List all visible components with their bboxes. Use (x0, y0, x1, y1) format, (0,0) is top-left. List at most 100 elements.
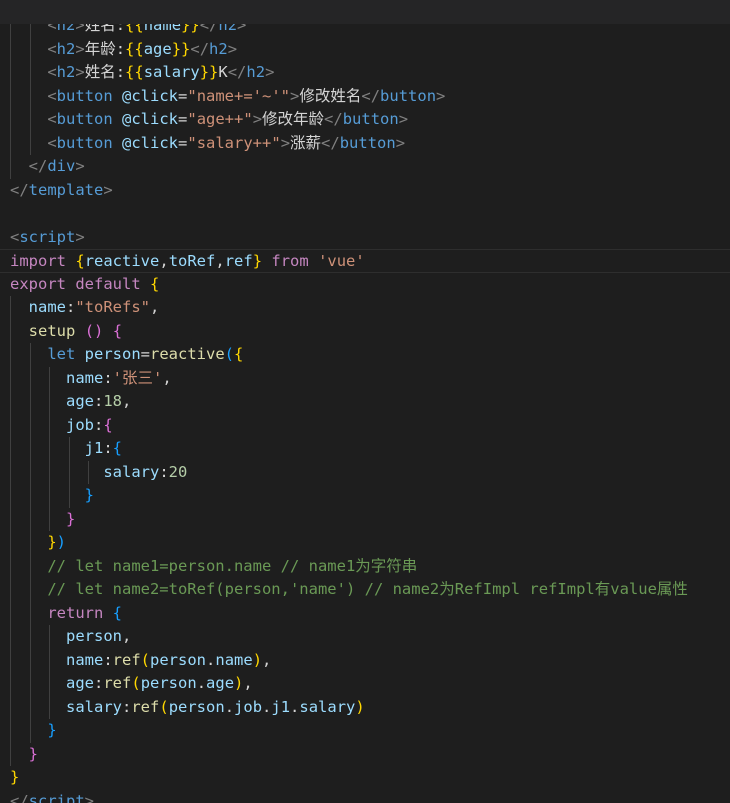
code-line-text: salary:ref(person.job.j1.salary) (0, 698, 365, 716)
code-line-text: <button @click="name+='~'">修改姓名</button> (0, 87, 445, 105)
code-token: ref (103, 674, 132, 692)
code-token: script (28, 791, 85, 803)
code-token: = (178, 86, 188, 105)
code-token: template (28, 180, 104, 199)
code-token: div (47, 157, 76, 175)
code-line[interactable] (0, 202, 730, 226)
code-line[interactable]: import {reactive,toRef,ref} from 'vue' (0, 249, 730, 273)
code-token: < (47, 63, 57, 81)
code-token: </ (28, 157, 48, 175)
code-line[interactable]: job:{ (0, 413, 730, 437)
code-line[interactable]: } (0, 742, 730, 766)
code-line[interactable]: }) (0, 531, 730, 555)
code-line[interactable]: } (0, 766, 730, 790)
code-line[interactable]: age:ref(person.age), (0, 672, 730, 696)
code-token: {{ (125, 63, 144, 81)
code-line[interactable]: person, (0, 625, 730, 649)
code-token: > (265, 63, 275, 81)
code-token: "toRefs" (75, 298, 150, 316)
code-token: j1 (271, 697, 291, 716)
code-line[interactable]: // let name1=person.name // name1为字符串 (0, 554, 730, 578)
code-line-text: import {reactive,toRef,ref} from 'vue' (0, 252, 365, 270)
code-line-text: name:'张三', (0, 369, 172, 387)
code-token: // let name2=toRef(person,'name') // nam… (47, 580, 688, 598)
code-line[interactable]: </div> (0, 155, 730, 179)
code-token: } (47, 533, 57, 551)
code-token: "age++" (187, 110, 253, 128)
code-token: : (94, 392, 104, 410)
code-line-text: <h2>年龄:{{age}}</h2> (0, 40, 237, 58)
code-line[interactable]: <button @click="age++">修改年龄</button> (0, 108, 730, 132)
code-line[interactable]: setup () { (0, 319, 730, 343)
code-line[interactable]: let person=reactive({ (0, 343, 730, 367)
code-line[interactable]: } (0, 484, 730, 508)
code-token: ref (131, 697, 160, 716)
code-line[interactable]: <h2>姓名:{{salary}}K</h2> (0, 61, 730, 85)
code-line-text: <h2>姓名:{{salary}}K</h2> (0, 63, 274, 81)
code-line[interactable]: name:"toRefs", (0, 296, 730, 320)
code-token: </ (321, 133, 340, 152)
code-token: < (47, 86, 57, 105)
code-token: , (262, 650, 272, 669)
code-token: { (75, 252, 85, 270)
code-token: < (47, 110, 57, 128)
code-token: } (28, 744, 39, 763)
code-token: } (47, 721, 57, 739)
code-token: salary (143, 63, 200, 81)
code-line[interactable]: // let name2=toRef(person,'name') // nam… (0, 578, 730, 602)
code-token: return (47, 603, 104, 622)
code-line[interactable]: name:'张三', (0, 366, 730, 390)
code-line[interactable]: <button @click="name+='~'">修改姓名</button> (0, 84, 730, 108)
code-line-text: export default { (0, 275, 159, 293)
code-line[interactable]: age:18, (0, 390, 730, 414)
code-line[interactable]: salary:ref(person.job.j1.salary) (0, 695, 730, 719)
code-token: ref (224, 252, 253, 270)
code-token: person (168, 697, 225, 716)
code-token: , (159, 252, 169, 270)
code-line[interactable]: name:ref(person.name), (0, 648, 730, 672)
code-token: : (94, 415, 104, 434)
code-line[interactable]: <h2>年龄:{{age}}</h2> (0, 37, 730, 61)
code-token: , (162, 368, 172, 387)
code-line[interactable]: salary:20 (0, 460, 730, 484)
code-line[interactable]: <script> (0, 226, 730, 250)
code-token: </ (10, 180, 29, 199)
code-token: . (290, 697, 300, 716)
code-line[interactable]: </template> (0, 179, 730, 203)
code-line[interactable]: } (0, 507, 730, 531)
code-token: }} (199, 63, 219, 81)
code-token: h2 (56, 63, 76, 81)
code-token: > (75, 39, 85, 58)
code-line[interactable]: </script> (0, 790, 730, 803)
code-token: . (206, 650, 216, 669)
code-token: @click (122, 86, 179, 105)
code-line[interactable]: return { (0, 601, 730, 625)
code-token: < (10, 227, 20, 246)
code-line-text: job:{ (0, 416, 113, 434)
code-token: ( (159, 697, 169, 716)
code-token: 涨薪 (290, 133, 322, 152)
code-line[interactable]: export default { (0, 273, 730, 297)
code-line-text: </template> (0, 181, 113, 199)
code-token: = (140, 345, 151, 363)
code-line[interactable]: <button @click="salary++">涨薪</button> (0, 131, 730, 155)
code-editor[interactable]: <h2>姓名:{{name}}</h2> <h2>年龄:{{age}}</h2>… (0, 0, 730, 803)
code-token: h2 (209, 39, 228, 58)
code-token: age (206, 674, 235, 692)
code-line[interactable]: j1:{ (0, 437, 730, 461)
code-line-text: name:ref(person.name), (0, 651, 271, 669)
code-token: 修改年龄 (262, 110, 325, 128)
code-token: { (112, 321, 123, 340)
code-token: = (178, 133, 188, 152)
code-line[interactable]: } (0, 719, 730, 743)
